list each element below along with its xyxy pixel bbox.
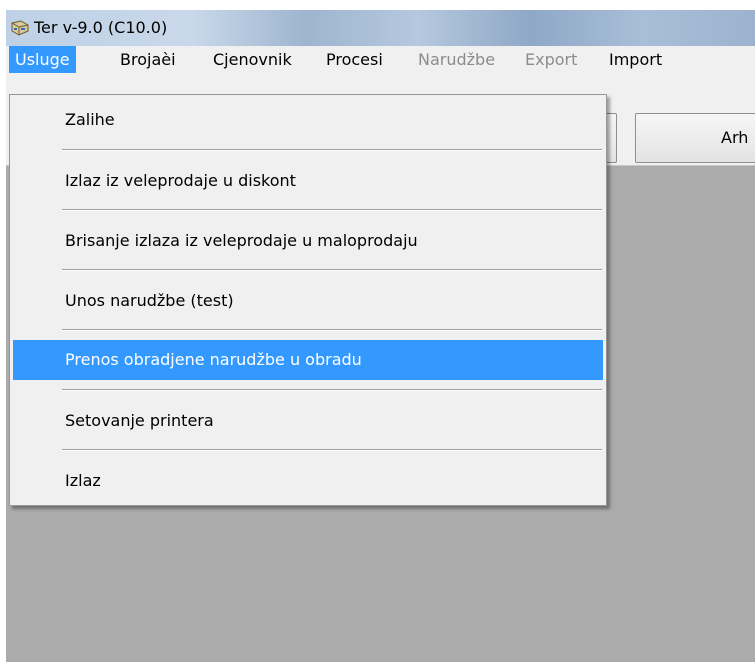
menu-separator (62, 149, 602, 151)
menu-item-label: Prenos obradjene narudžbe u obradu (65, 350, 362, 369)
menu-item-label: Izlaz iz veleprodaje u diskont (65, 171, 296, 190)
menu-item-prenos-narudzbe[interactable]: Prenos obradjene narudžbe u obradu (13, 340, 603, 380)
menu-brojaci[interactable]: Brojaèi (114, 46, 182, 73)
menu-cjenovnik[interactable]: Cjenovnik (207, 46, 298, 73)
menu-item-unos-narudzbe[interactable]: Unos narudžbe (test) (13, 283, 603, 319)
window-title: Ter v-9.0 (C10.0) (34, 18, 168, 37)
menu-import[interactable]: Import (603, 46, 668, 73)
menu-separator (62, 269, 602, 271)
menu-item-label: Izlaz (65, 471, 101, 490)
menu-procesi[interactable]: Procesi (320, 46, 389, 73)
menu-usluge[interactable]: Usluge (9, 46, 76, 73)
archive-button-label: Arh (721, 128, 749, 147)
menu-item-izlaz-diskont[interactable]: Izlaz iz veleprodaje u diskont (13, 163, 603, 199)
menu-separator (62, 449, 602, 451)
title-bar[interactable]: Ter v-9.0 (C10.0) (6, 10, 755, 46)
menu-separator (62, 209, 602, 211)
menu-separator (62, 389, 602, 391)
menu-item-label: Unos narudžbe (test) (65, 291, 234, 310)
menu-item-izlaz[interactable]: Izlaz (13, 463, 603, 499)
menu-bar: Usluge Brojaèi Cjenovnik Procesi Narudžb… (6, 46, 755, 73)
menu-export[interactable]: Export (519, 46, 583, 73)
menu-item-brisanje-izlaza[interactable]: Brisanje izlaza iz veleprodaje u malopro… (13, 223, 603, 259)
archive-button[interactable]: Arh (635, 113, 755, 163)
menu-narudzbe[interactable]: Narudžbe (412, 46, 501, 73)
menu-item-label: Brisanje izlaza iz veleprodaje u malopro… (65, 231, 418, 250)
menu-item-label: Zalihe (65, 110, 115, 129)
menu-separator (62, 329, 602, 331)
usluge-dropdown-menu: Zalihe Izlaz iz veleprodaje u diskont Br… (9, 94, 607, 506)
menu-item-zalihe[interactable]: Zalihe (13, 102, 603, 138)
menu-item-setovanje-printera[interactable]: Setovanje printera (13, 403, 603, 439)
menu-item-label: Setovanje printera (65, 411, 214, 430)
app-icon (10, 19, 30, 37)
